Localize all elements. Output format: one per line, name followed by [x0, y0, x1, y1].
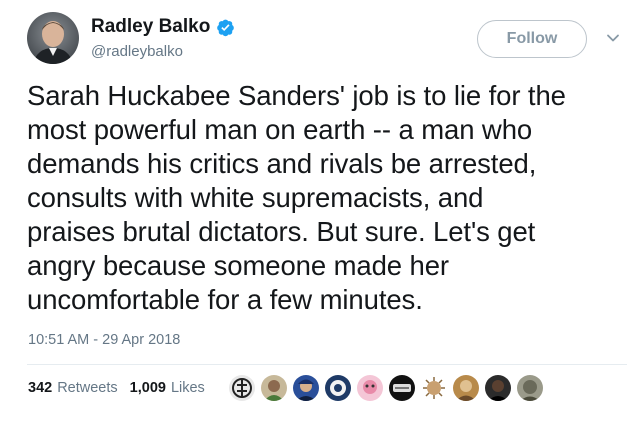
chevron-down-icon[interactable]	[606, 31, 620, 45]
liker-avatar[interactable]	[229, 375, 255, 401]
verified-badge-icon	[216, 18, 235, 37]
liker-avatar[interactable]	[453, 375, 479, 401]
likes-label: Likes	[170, 380, 205, 396]
retweets-label: Retweets	[57, 380, 118, 396]
tweet-text: Sarah Huckabee Sanders' job is to lie fo…	[27, 79, 627, 317]
engagement-stats: 342 Retweets 1,009 Likes	[28, 380, 205, 396]
liker-avatar[interactable]	[517, 375, 543, 401]
tweet-line: most powerful man on earth -- a man who	[27, 114, 533, 145]
author-handle[interactable]: @radleybalko	[91, 43, 183, 60]
tweet-line: Sarah Huckabee Sanders' job is to lie fo…	[27, 80, 566, 111]
liker-avatar[interactable]	[485, 375, 511, 401]
liker-avatar[interactable]	[389, 375, 415, 401]
tweet-line: angry because someone made her	[27, 250, 449, 281]
tweet-line: praises brutal dictators. But sure. Let'…	[27, 216, 536, 247]
liker-avatar[interactable]	[357, 375, 383, 401]
tweet-card: Radley Balko @radleybalko Follow Sarah H…	[0, 0, 640, 421]
likes-count: 1,009	[129, 380, 166, 396]
tweet-timestamp[interactable]: 10:51 AM - 29 Apr 2018	[28, 332, 180, 348]
retweets-stat[interactable]: 342 Retweets	[28, 380, 118, 396]
author-name-row: Radley Balko	[91, 16, 235, 38]
tweet-line: uncomfortable for a few minutes.	[27, 284, 423, 315]
avatar-image	[27, 12, 79, 64]
author-avatar[interactable]	[27, 12, 79, 64]
author-display-name[interactable]: Radley Balko	[91, 16, 210, 38]
divider	[27, 364, 627, 365]
follow-button[interactable]: Follow	[477, 20, 587, 58]
likes-stat[interactable]: 1,009 Likes	[130, 380, 205, 396]
liker-avatar[interactable]	[293, 375, 319, 401]
liker-avatar[interactable]	[261, 375, 287, 401]
liker-avatar[interactable]	[325, 375, 351, 401]
tweet-line: consults with white supremacists, and	[27, 182, 484, 213]
liker-avatar[interactable]	[421, 375, 447, 401]
tweet-line: demands his critics and rivals be arrest…	[27, 148, 537, 179]
retweets-count: 342	[28, 380, 53, 396]
liker-avatars	[229, 375, 543, 401]
